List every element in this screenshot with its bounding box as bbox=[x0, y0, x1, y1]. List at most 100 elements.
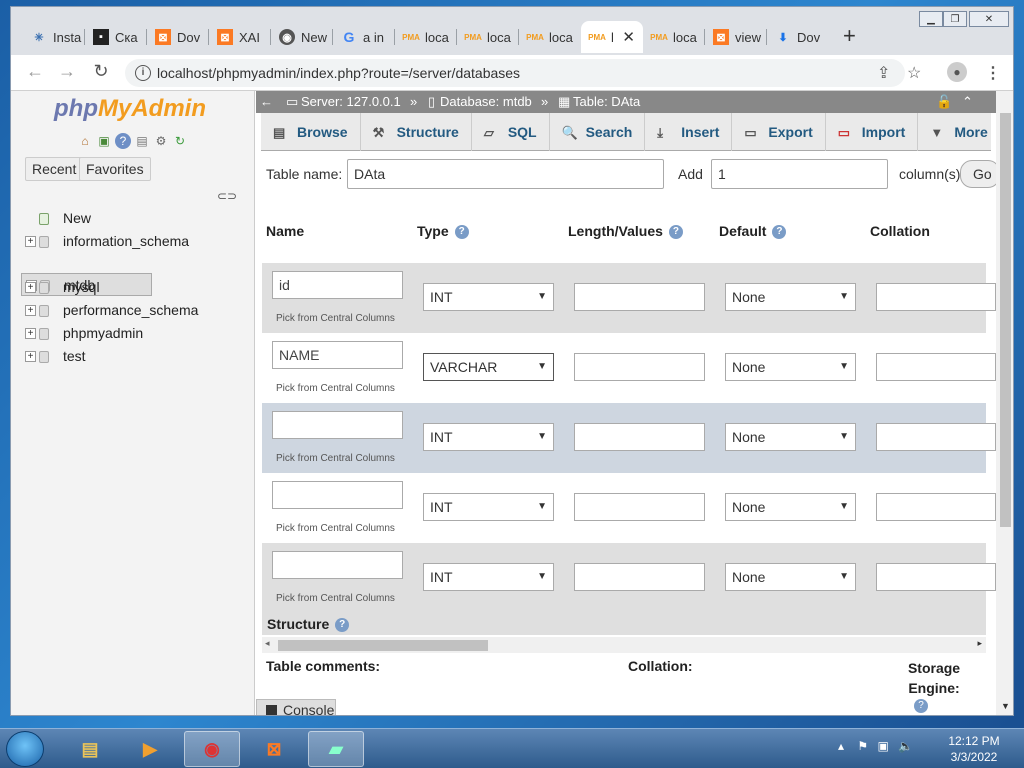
link-icon[interactable]: ⊂⊃ bbox=[217, 189, 237, 203]
collation-select[interactable] bbox=[876, 493, 996, 521]
back-button[interactable]: ← bbox=[23, 61, 47, 82]
flag-icon[interactable]: ⚑ bbox=[857, 739, 868, 753]
new-tab-button[interactable]: + bbox=[843, 25, 856, 47]
type-select[interactable]: VARCHAR ▼ bbox=[423, 353, 554, 381]
help-icon[interactable]: ? bbox=[668, 225, 683, 240]
pick-central-columns-link[interactable]: Pick from Central Columns bbox=[276, 523, 395, 534]
forward-button[interactable]: → bbox=[55, 61, 79, 82]
docs-icon[interactable]: ▤ bbox=[134, 133, 150, 149]
tab-0[interactable]: ✳ Insta bbox=[23, 21, 85, 53]
horizontal-scrollbar[interactable]: ◂ ▸ bbox=[262, 637, 986, 653]
notepad-taskbar-icon[interactable]: ▰ bbox=[308, 731, 364, 767]
length-input[interactable] bbox=[574, 283, 705, 311]
close-window-button[interactable]: ✕ bbox=[969, 11, 1009, 27]
help-icon[interactable]: ? bbox=[772, 225, 787, 240]
default-select[interactable]: None ▼ bbox=[725, 423, 856, 451]
vertical-scroll-thumb[interactable] bbox=[1000, 113, 1011, 527]
pick-central-columns-link[interactable]: Pick from Central Columns bbox=[276, 313, 395, 324]
go-button[interactable]: Go bbox=[960, 160, 1000, 188]
scroll-left-icon[interactable]: ◂ bbox=[265, 638, 270, 649]
breadcrumb-table[interactable]: Table: DAta bbox=[573, 91, 640, 113]
tab-export[interactable]: ▭ Export bbox=[732, 113, 826, 151]
tree-item-test[interactable]: + test bbox=[21, 345, 255, 368]
type-select[interactable]: INT ▼ bbox=[423, 493, 554, 521]
recent-button[interactable]: Recent bbox=[25, 157, 84, 181]
length-input[interactable] bbox=[574, 423, 705, 451]
default-select[interactable]: None ▼ bbox=[725, 353, 856, 381]
pick-central-columns-link[interactable]: Pick from Central Columns bbox=[276, 453, 395, 464]
tab-1[interactable]: ▪ Ска bbox=[85, 21, 147, 53]
taskbar-clock[interactable]: 12:12 PM 3/3/2022 bbox=[944, 733, 1004, 765]
column-name-input[interactable]: id bbox=[272, 271, 403, 299]
reload-nav-icon[interactable]: ↻ bbox=[172, 133, 188, 149]
expand-icon[interactable]: + bbox=[25, 236, 36, 247]
favorites-button[interactable]: Favorites bbox=[79, 157, 151, 181]
start-button[interactable] bbox=[6, 731, 44, 767]
column-name-input[interactable] bbox=[272, 411, 403, 439]
chrome-taskbar-icon[interactable]: ◉ bbox=[184, 731, 240, 767]
tree-item-phpmyadmin[interactable]: + phpmyadmin bbox=[21, 322, 255, 345]
table-name-input[interactable]: DAta bbox=[347, 159, 664, 189]
tab-12[interactable]: ⬇ Dov bbox=[767, 21, 829, 53]
profile-icon[interactable]: ● bbox=[947, 62, 967, 82]
home-icon[interactable]: ⌂ bbox=[77, 133, 93, 149]
share-icon[interactable]: ⇪ bbox=[877, 63, 890, 83]
column-name-input[interactable] bbox=[272, 551, 403, 579]
volume-icon[interactable]: 🔈 bbox=[898, 739, 913, 753]
length-input[interactable] bbox=[574, 493, 705, 521]
network-icon[interactable]: ▣ bbox=[877, 739, 888, 753]
minimize-button[interactable]: ▁ bbox=[919, 11, 943, 27]
tab-9-active[interactable]: PMA l ✕ bbox=[581, 21, 643, 53]
length-input[interactable] bbox=[574, 353, 705, 381]
tab-5[interactable]: Ga in bbox=[333, 21, 395, 53]
help-icon[interactable]: ? bbox=[914, 699, 928, 713]
scroll-right-icon[interactable]: ▸ bbox=[977, 638, 982, 649]
settings-gear-icon[interactable]: ⚙ bbox=[153, 133, 169, 149]
close-tab-icon[interactable]: ✕ bbox=[622, 28, 635, 46]
tree-item-information-schema[interactable]: + information_schema bbox=[21, 230, 255, 253]
xampp-taskbar-icon[interactable]: ⊠ bbox=[246, 731, 302, 767]
breadcrumb-server[interactable]: Server: 127.0.0.1 bbox=[301, 91, 401, 113]
tab-4[interactable]: ◉ New bbox=[271, 21, 333, 53]
tab-2[interactable]: ⊠ Dov bbox=[147, 21, 209, 53]
collation-select[interactable] bbox=[876, 563, 996, 591]
expand-icon[interactable]: + bbox=[25, 282, 36, 293]
scroll-down-icon[interactable]: ▼ bbox=[1001, 701, 1010, 711]
type-select[interactable]: INT ▼ bbox=[423, 563, 554, 591]
pick-central-columns-link[interactable]: Pick from Central Columns bbox=[276, 593, 395, 604]
default-select[interactable]: None ▼ bbox=[725, 563, 856, 591]
tray-chevron-icon[interactable]: ▴ bbox=[838, 739, 844, 753]
tab-insert[interactable]: ⤓ Insert bbox=[645, 113, 733, 151]
tab-search[interactable]: 🔍 Search bbox=[550, 113, 646, 151]
address-bar[interactable]: i localhost/phpmyadmin/index.php?route=/… bbox=[125, 59, 905, 87]
tab-browse[interactable]: ▤ Browse bbox=[261, 113, 361, 151]
explorer-taskbar-icon[interactable]: ▤ bbox=[62, 731, 118, 767]
info-icon[interactable]: i bbox=[135, 65, 151, 81]
tree-item-performance-schema[interactable]: + performance_schema bbox=[21, 299, 255, 322]
help-icon[interactable]: ? bbox=[115, 133, 131, 149]
tab-more[interactable]: ▼ More bbox=[918, 113, 999, 151]
horizontal-scroll-thumb[interactable] bbox=[278, 640, 488, 651]
tab-sql[interactable]: ▱ SQL bbox=[472, 113, 550, 151]
vertical-scrollbar[interactable]: ▼ bbox=[996, 91, 1013, 715]
lock-icon[interactable]: 🔓 bbox=[936, 91, 952, 113]
default-select[interactable]: None ▼ bbox=[725, 283, 856, 311]
collation-select[interactable] bbox=[876, 353, 996, 381]
collapse-nav-icon[interactable]: ← bbox=[260, 91, 273, 113]
tab-8[interactable]: PMA loca bbox=[519, 21, 581, 53]
help-icon[interactable]: ? bbox=[335, 618, 350, 633]
expand-icon[interactable]: + bbox=[25, 328, 36, 339]
type-select[interactable]: INT ▼ bbox=[423, 283, 554, 311]
length-input[interactable] bbox=[574, 563, 705, 591]
collation-select[interactable] bbox=[876, 423, 996, 451]
close-breadcrumb-icon[interactable]: ⌃ bbox=[962, 91, 973, 113]
tab-6[interactable]: PMA loca bbox=[395, 21, 457, 53]
expand-icon[interactable]: + bbox=[25, 305, 36, 316]
tab-10[interactable]: PMA loca bbox=[643, 21, 705, 53]
help-icon[interactable]: ? bbox=[454, 225, 469, 240]
type-select[interactable]: INT ▼ bbox=[423, 423, 554, 451]
column-name-input[interactable] bbox=[272, 481, 403, 509]
tab-7[interactable]: PMA loca bbox=[457, 21, 519, 53]
menu-dots-icon[interactable]: ⋮ bbox=[985, 63, 1001, 83]
maximize-button[interactable]: ❐ bbox=[943, 11, 967, 27]
